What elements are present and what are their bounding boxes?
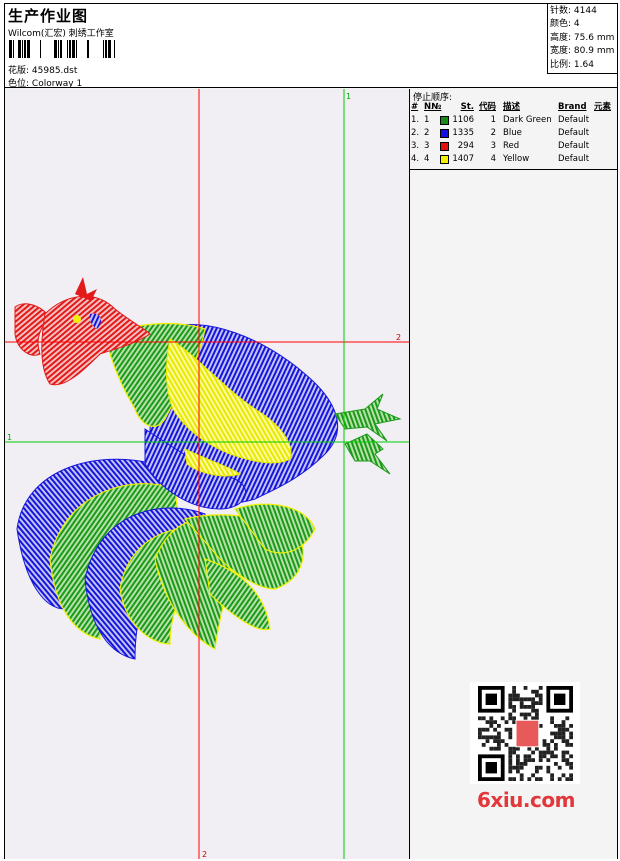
row-needle: 2	[424, 128, 430, 138]
row-stitches: 294	[457, 141, 474, 151]
row-brand: Default	[558, 115, 590, 125]
stat-scale: 比例: 1.64	[550, 59, 594, 70]
sheet-header: 生产作业图 Wilcom(汇宏) 刺绣工作室 花版: 45985.dst 色位:…	[5, 4, 617, 89]
row-needle: 3	[424, 141, 430, 151]
row-brand: Default	[558, 128, 590, 138]
company-name: Wilcom(汇宏) 刺绣工作室	[8, 29, 114, 39]
color-table: # N№ St. 代码 描述 Brand 元素 1. 1 1106 1 Dark Gre…	[410, 101, 617, 166]
guide-label-v2: 2	[202, 850, 207, 859]
eye-icon	[73, 315, 81, 323]
row-brand: Default	[558, 154, 590, 164]
table-header: # N№ St. 代码 描述 Brand 元素	[411, 102, 612, 112]
barcode	[9, 40, 115, 58]
row-code: 2	[490, 128, 496, 138]
stat-stitches: 针数: 4144	[550, 6, 597, 16]
guide-label-v1: 1	[346, 92, 351, 101]
stat-colors: 颜色: 4	[550, 19, 580, 30]
row-stitches: 1407	[452, 154, 474, 164]
colorway-value: Colorway 1	[31, 79, 83, 89]
row-index: 2.	[411, 128, 420, 138]
watermark: 6xiu.com	[477, 788, 575, 812]
design-value: 45985.dst	[31, 66, 78, 76]
row-code: 4	[490, 154, 496, 164]
row-needle: 1	[424, 115, 430, 125]
design-label: 花版:	[8, 66, 30, 76]
color-swatch	[440, 142, 449, 151]
table-row: 1. 1 1106 1 Dark Green Default	[410, 114, 617, 127]
row-description: Yellow	[503, 154, 530, 164]
row-index: 4.	[411, 154, 420, 164]
qr-code	[470, 682, 580, 784]
color-swatch	[440, 129, 449, 138]
design-file: 花版: 45985.dst	[8, 63, 77, 76]
panel-divider	[410, 169, 617, 170]
sheet-title: 生产作业图	[8, 7, 89, 25]
guide-label-h2: 2	[396, 333, 401, 342]
design-canvas: 1 1 2 2	[5, 89, 409, 859]
color-swatch	[440, 155, 449, 164]
design-stats: 针数: 4144 颜色: 4 高度: 75.6 mm 宽度: 80.9 mm 比…	[547, 4, 617, 74]
embroidery-preview: 1 1 2 2	[5, 89, 409, 859]
row-description: Dark Green	[503, 115, 552, 125]
colorway-label: 色位:	[8, 79, 30, 89]
guide-label-h1: 1	[7, 433, 12, 442]
row-index: 3.	[411, 141, 420, 151]
stat-height: 高度: 75.6 mm	[550, 32, 615, 43]
row-index: 1.	[411, 115, 420, 125]
table-row: 3. 3 294 3 Red Default	[410, 140, 617, 153]
row-stitches: 1106	[452, 115, 474, 125]
rooster-feet	[334, 393, 402, 475]
row-code: 1	[490, 115, 496, 125]
color-swatch	[440, 116, 449, 125]
table-row: 2. 2 1335 2 Blue Default	[410, 127, 617, 140]
row-description: Red	[503, 141, 520, 151]
row-code: 3	[490, 141, 496, 151]
row-brand: Default	[558, 141, 590, 151]
row-description: Blue	[503, 128, 522, 138]
stat-width: 宽度: 80.9 mm	[550, 46, 615, 57]
row-needle: 4	[424, 154, 430, 164]
table-row: 4. 4 1407 4 Yellow Default	[410, 153, 617, 166]
colorway: 色位: Colorway 1	[8, 76, 82, 89]
row-stitches: 1335	[452, 128, 474, 138]
